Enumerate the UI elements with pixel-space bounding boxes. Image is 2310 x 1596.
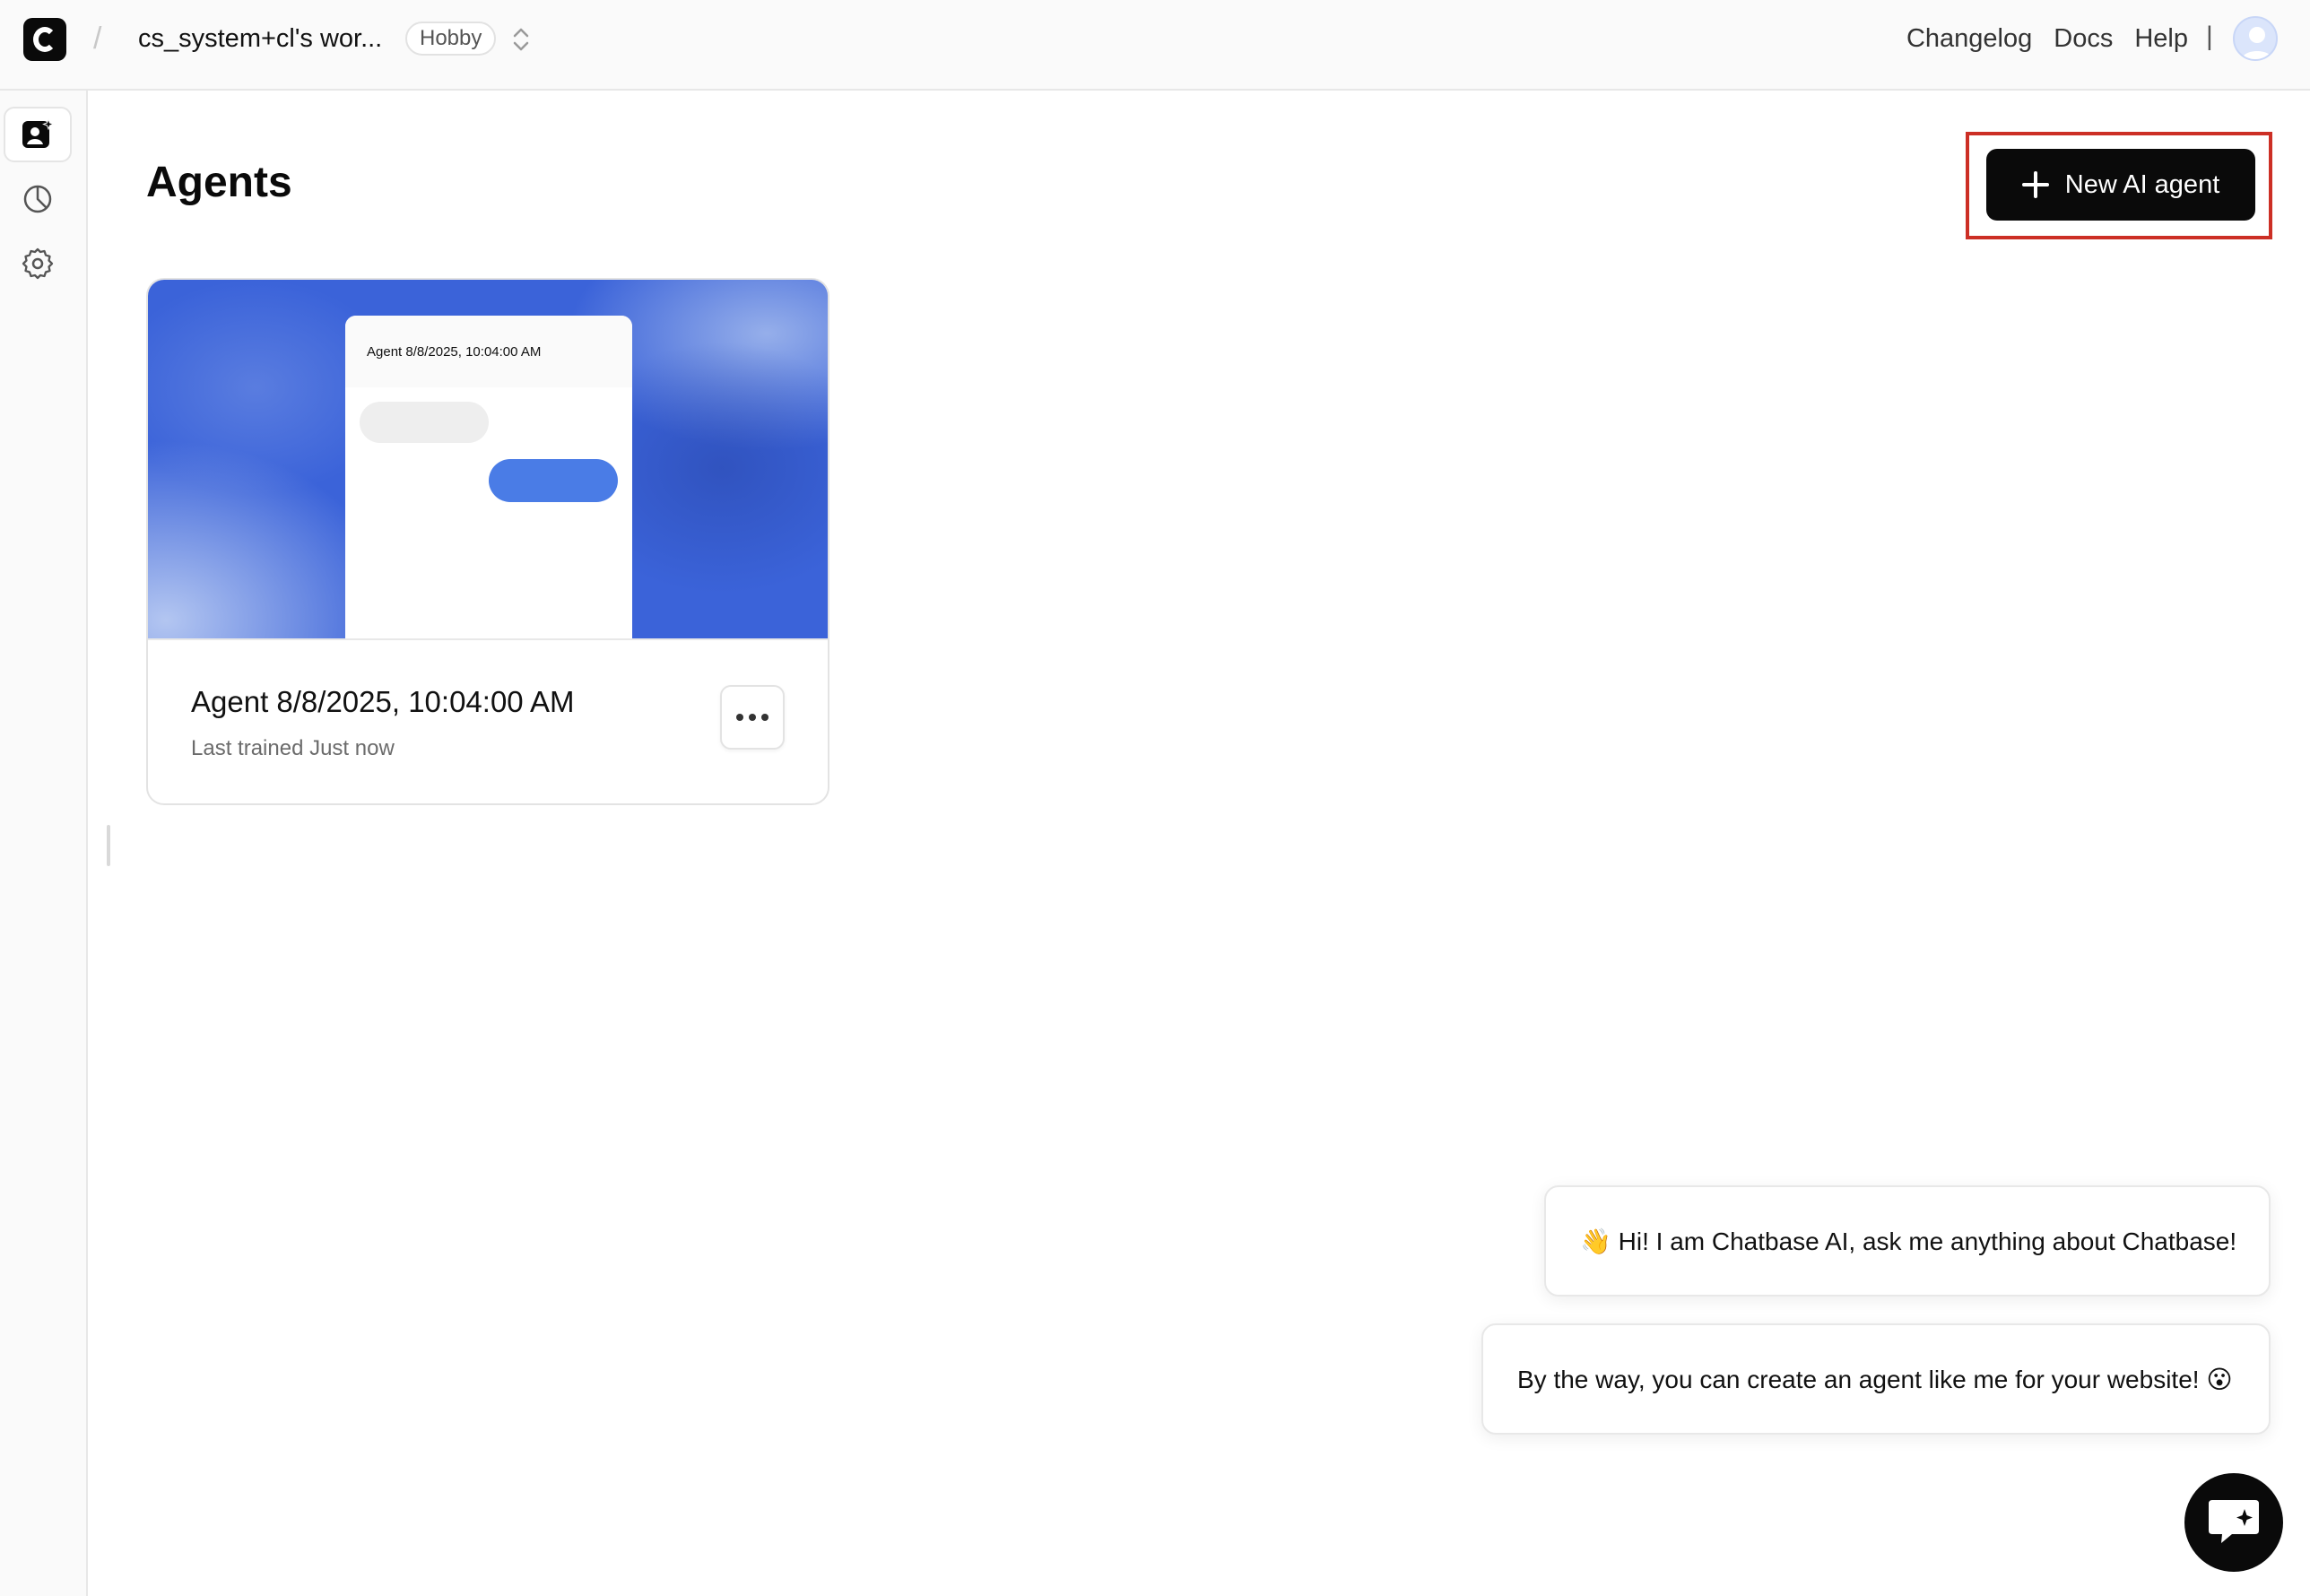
more-icon-dot (749, 714, 756, 721)
gear-icon (22, 247, 54, 280)
preview-chat-title: Agent 8/8/2025, 10:04:00 AM (345, 316, 632, 387)
agent-card-body: Agent 8/8/2025, 10:04:00 AM Last trained… (148, 638, 828, 803)
agent-card[interactable]: Agent 8/8/2025, 10:04:00 AM Agent 8/8/20… (146, 278, 829, 805)
new-ai-agent-button[interactable]: New AI agent (1986, 149, 2255, 221)
user-icon (2242, 27, 2272, 59)
preview-bot-bubble (360, 402, 489, 443)
page-title: Agents (146, 159, 292, 206)
agent-last-trained: Last trained Just now (191, 736, 395, 760)
top-bar: / cs_system+cl's wor... Hobby Changelog … (0, 0, 2310, 91)
resize-handle[interactable] (107, 825, 110, 866)
plus-icon (2021, 171, 2049, 198)
sidebar-item-usage[interactable] (4, 171, 72, 227)
plan-badge: Hobby (405, 22, 497, 56)
changelog-link[interactable]: Changelog (1906, 24, 2032, 54)
chat-bubble-icon (2209, 1500, 2259, 1543)
help-link[interactable]: Help (2134, 24, 2188, 54)
agent-name: Agent 8/8/2025, 10:04:00 AM (191, 685, 575, 718)
more-icon-dot (761, 714, 769, 721)
agent-more-button[interactable] (720, 685, 785, 750)
sidebar (0, 91, 88, 1596)
agent-preview: Agent 8/8/2025, 10:04:00 AM (148, 280, 828, 638)
header-separator: | (2206, 22, 2213, 51)
chat-widget-message[interactable]: 👋 Hi! I am Chatbase AI, ask me anything … (1544, 1185, 2271, 1297)
more-icon-dot (736, 714, 743, 721)
preview-user-bubble (489, 459, 618, 502)
docs-link[interactable]: Docs (2054, 24, 2113, 54)
breadcrumb-separator: / (93, 22, 102, 56)
sidebar-item-agents[interactable] (4, 107, 72, 162)
user-avatar[interactable] (2233, 16, 2278, 61)
agent-icon (22, 117, 55, 148)
chat-launcher-button[interactable] (2184, 1473, 2283, 1572)
preview-chat-window: Agent 8/8/2025, 10:04:00 AM (345, 316, 632, 638)
new-ai-agent-label: New AI agent (2064, 169, 2220, 199)
header-nav: Changelog Docs Help (1906, 24, 2188, 54)
workspace-name[interactable]: cs_system+cl's wor... (138, 24, 382, 54)
sidebar-item-settings[interactable] (4, 236, 72, 291)
chat-widget-message[interactable]: By the way, you can create an agent like… (1481, 1323, 2271, 1435)
chatbase-logo[interactable] (23, 18, 66, 61)
pie-chart-icon (23, 185, 52, 213)
chevron-up-down-icon[interactable] (509, 25, 533, 54)
